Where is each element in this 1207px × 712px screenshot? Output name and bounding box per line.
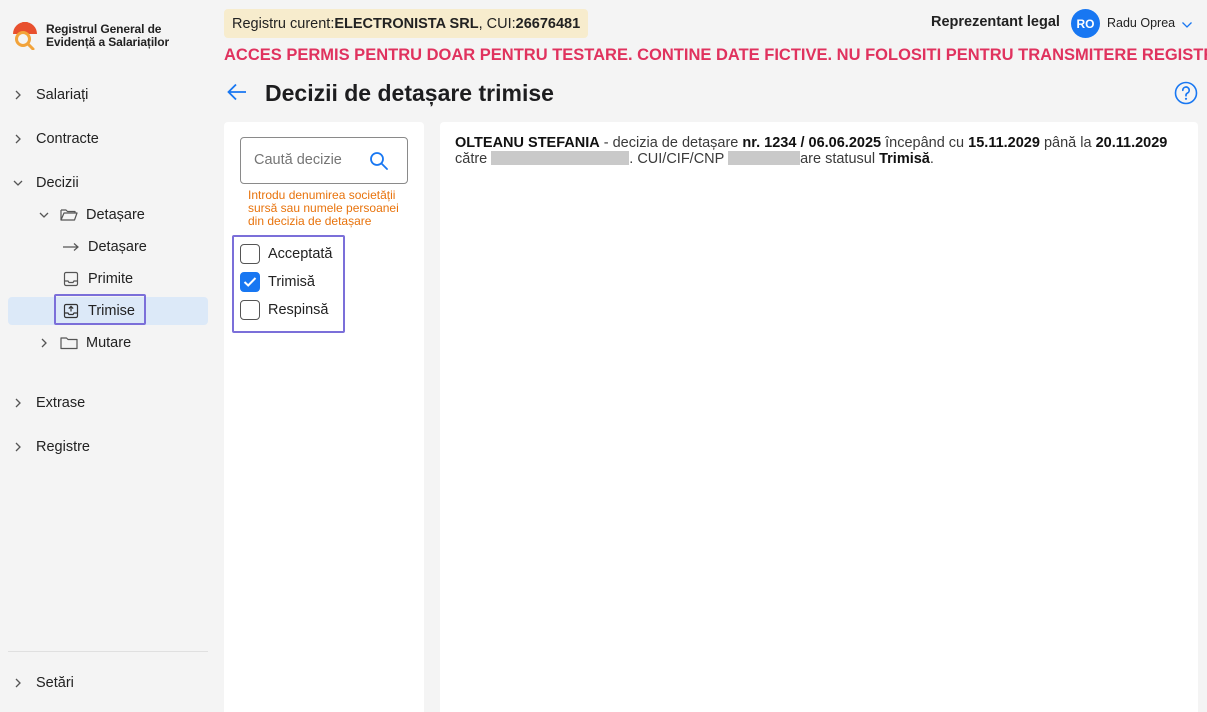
chevron-right-icon — [10, 89, 26, 101]
sidebar-item-decizii[interactable]: Decizii — [8, 169, 208, 197]
checkbox-label: Trimisă — [268, 274, 315, 290]
search-hint: Introdu denumirea societății sursă sau n… — [248, 188, 399, 228]
sidebar-item-setari[interactable]: Setări — [8, 669, 208, 697]
avatar[interactable]: RO — [1071, 9, 1100, 38]
decision-text: are statusul — [800, 151, 880, 167]
sidebar-item-label: Mutare — [86, 335, 132, 351]
filter-panel: Introdu denumirea societății sursă sau n… — [224, 122, 424, 712]
folder-icon — [60, 336, 78, 350]
decision-number: nr. 1234 / 06.06.2025 — [742, 135, 882, 151]
decision-employee: OLTEANU STEFANIA — [455, 135, 600, 151]
decisions-list-panel: OLTEANU STEFANIA - decizia de detașare n… — [440, 122, 1198, 712]
checkbox[interactable] — [240, 300, 260, 320]
sidebar-item-label: Decizii — [36, 175, 79, 191]
checkbox-label: Respinsă — [268, 302, 329, 318]
sidebar-item-label: Registre — [36, 439, 90, 455]
check-icon — [243, 277, 257, 287]
arrow-right-icon — [62, 242, 80, 252]
decision-start-date: 15.11.2029 — [968, 135, 1040, 151]
folder-open-icon — [60, 208, 78, 222]
checkbox[interactable] — [240, 244, 260, 264]
decision-text: . — [929, 151, 934, 167]
test-access-warning: ACCES PERMIS PENTRU DOAR PENTRU TESTARE.… — [224, 46, 1207, 64]
sidebar-item-label: Trimise — [88, 303, 135, 319]
user-role: Reprezentant legal — [931, 14, 1060, 30]
checkbox-label: Acceptată — [268, 246, 333, 262]
redacted-cui — [728, 151, 801, 165]
decision-text: până la — [1039, 135, 1096, 151]
sidebar-item-label: Setări — [36, 675, 74, 691]
chevron-down-icon[interactable] — [1181, 16, 1193, 34]
chevron-right-icon — [10, 677, 26, 689]
sidebar-item-trimise[interactable]: Trimise — [8, 297, 208, 325]
registry-cui: 26676481 — [515, 15, 581, 32]
sidebar-item-label: Detașare — [88, 239, 147, 255]
decision-text: . CUI/CIF/CNP — [629, 151, 729, 167]
sidebar: Registrul General de Evidență a Salariaț… — [0, 0, 216, 712]
checkbox-checked[interactable] — [240, 272, 260, 292]
app-name: Registrul General de Evidență a Salariaț… — [46, 23, 169, 49]
sidebar-item-label: Detașare — [86, 207, 145, 223]
back-arrow-icon[interactable] — [226, 82, 248, 107]
outbox-icon — [62, 303, 80, 319]
status-filter-respinsa[interactable]: Respinsă — [240, 299, 328, 321]
decision-status: Trimisă — [879, 151, 930, 167]
chevron-right-icon — [10, 441, 26, 453]
decision-end-date: 20.11.2029 — [1095, 135, 1168, 151]
logo-icon — [10, 20, 40, 51]
sidebar-item-detasare-group[interactable]: Detașare — [8, 201, 208, 229]
app-name-line2: Evidență a Salariaților — [46, 35, 170, 49]
user-name[interactable]: Radu Oprea — [1107, 16, 1175, 30]
sidebar-item-primite[interactable]: Primite — [8, 265, 208, 293]
redacted-company — [491, 151, 630, 165]
decision-text: - decizia de detașare — [599, 135, 743, 151]
sidebar-item-label: Salariați — [36, 87, 89, 103]
sidebar-divider — [8, 651, 208, 652]
registry-company: ELECTRONISTA SRL — [334, 15, 479, 32]
registry-prefix: Registru curent: — [232, 15, 335, 32]
help-icon[interactable] — [1174, 81, 1198, 110]
search-input[interactable] — [254, 152, 364, 168]
sidebar-item-label: Extrase — [36, 395, 86, 411]
chevron-right-icon — [10, 397, 26, 409]
decision-text: începând cu — [881, 135, 969, 151]
sidebar-item-mutare[interactable]: Mutare — [8, 329, 208, 357]
chevron-down-icon — [10, 179, 26, 187]
search-box[interactable] — [240, 137, 408, 184]
decision-text: către — [455, 151, 492, 167]
app-logo[interactable]: Registrul General de Evidență a Salariaț… — [10, 20, 210, 54]
sidebar-item-extrase[interactable]: Extrase — [8, 389, 208, 417]
current-registry-badge: Registru curent: ELECTRONISTA SRL , CUI:… — [224, 9, 589, 38]
sidebar-item-label: Primite — [88, 271, 134, 287]
status-filter-acceptata[interactable]: Acceptată — [240, 243, 333, 265]
sidebar-item-detasare[interactable]: Detașare — [8, 233, 208, 261]
sidebar-item-registre[interactable]: Registre — [8, 433, 208, 461]
sidebar-item-contracte[interactable]: Contracte — [8, 125, 208, 153]
chevron-down-icon — [36, 211, 52, 219]
search-icon[interactable] — [369, 151, 389, 176]
chevron-right-icon — [10, 133, 26, 145]
status-filter-trimisa[interactable]: Trimisă — [240, 271, 315, 293]
sidebar-item-salariati[interactable]: Salariați — [8, 81, 208, 109]
inbox-icon — [62, 271, 80, 287]
decision-item[interactable]: OLTEANU STEFANIA - decizia de detașare n… — [455, 136, 1185, 167]
sidebar-item-label: Contracte — [36, 131, 99, 147]
registry-cui-prefix: , CUI: — [478, 15, 516, 32]
page-title: Decizii de detașare trimise — [265, 80, 554, 106]
chevron-right-icon — [36, 337, 52, 349]
